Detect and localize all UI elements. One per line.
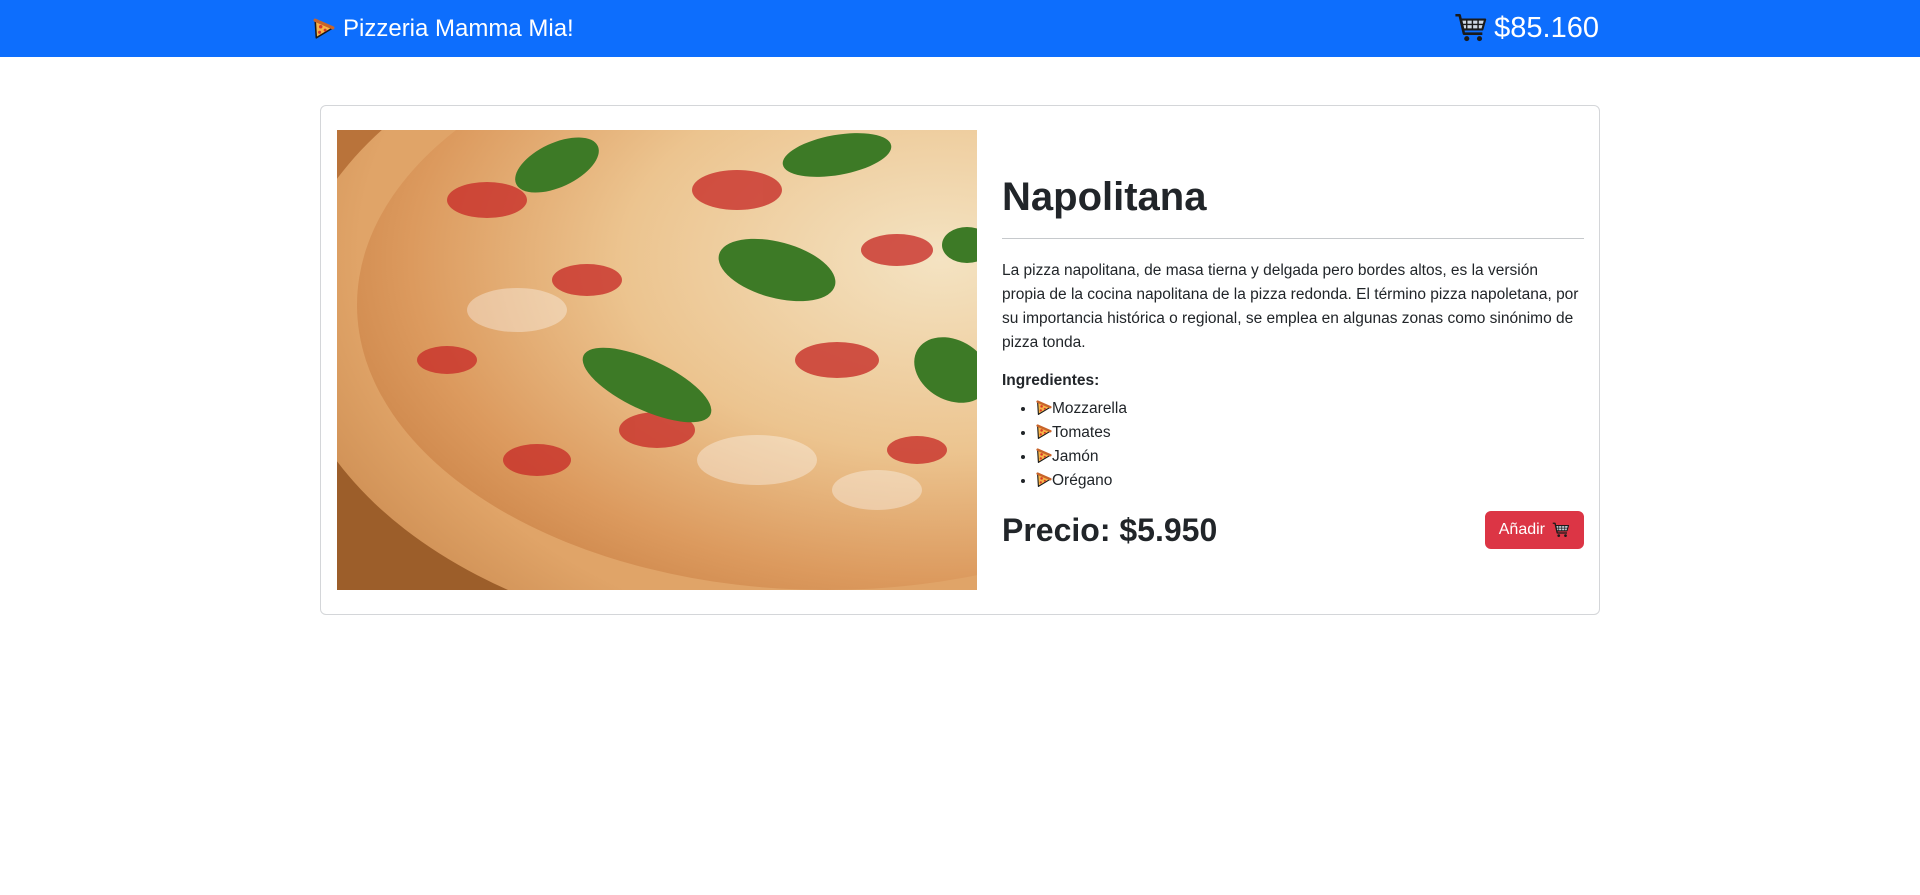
- pizza-price: Precio: $5.950: [1002, 511, 1218, 548]
- ingredient-label: Tomates: [1052, 424, 1111, 441]
- ingredient-item: Mozzarella: [1036, 397, 1584, 421]
- shopping-cart-icon: [1454, 11, 1488, 45]
- ingredients-list: Mozzarella Tomates Jamón Orégano: [1002, 397, 1584, 493]
- price-row: Precio: $5.950 Añadir: [1002, 511, 1584, 549]
- ingredients-title: Ingredientes:: [1002, 372, 1100, 389]
- brand-link[interactable]: Pizzeria Mamma Mia!: [313, 14, 574, 44]
- brand-label: Pizzeria Mamma Mia!: [343, 15, 574, 42]
- pizza-slice-icon: [1036, 472, 1052, 488]
- pizza-slice-icon: [1036, 448, 1052, 464]
- add-button-label: Añadir: [1498, 521, 1545, 538]
- ingredient-item: Tomates: [1036, 421, 1584, 445]
- pizza-detail-card: Napolitana La pizza napolitana, de masa …: [320, 105, 1600, 615]
- pizza-name: Napolitana: [1002, 175, 1207, 219]
- pizza-slice-icon: [313, 16, 335, 42]
- ingredient-item: Orégano: [1036, 469, 1584, 493]
- pizza-description: La pizza napolitana, de masa tierna y de…: [1002, 262, 1579, 351]
- add-to-cart-button[interactable]: Añadir: [1484, 511, 1584, 549]
- cart-total-button[interactable]: $85.160: [1454, 10, 1599, 46]
- navbar: Pizzeria Mamma Mia! $85.160: [0, 0, 1920, 57]
- shopping-cart-icon: [1552, 521, 1570, 539]
- pizza-photo: [337, 130, 977, 590]
- pizza-slice-icon: [1036, 424, 1052, 440]
- divider: [1002, 238, 1584, 239]
- pizza-details: Napolitana La pizza napolitana, de masa …: [1002, 172, 1584, 549]
- pizza-slice-icon: [1036, 400, 1052, 416]
- ingredient-label: Orégano: [1052, 472, 1113, 489]
- ingredient-label: Mozzarella: [1052, 400, 1127, 417]
- ingredient-label: Jamón: [1052, 448, 1099, 465]
- ingredient-item: Jamón: [1036, 445, 1584, 469]
- cart-total-amount: $85.160: [1494, 11, 1599, 44]
